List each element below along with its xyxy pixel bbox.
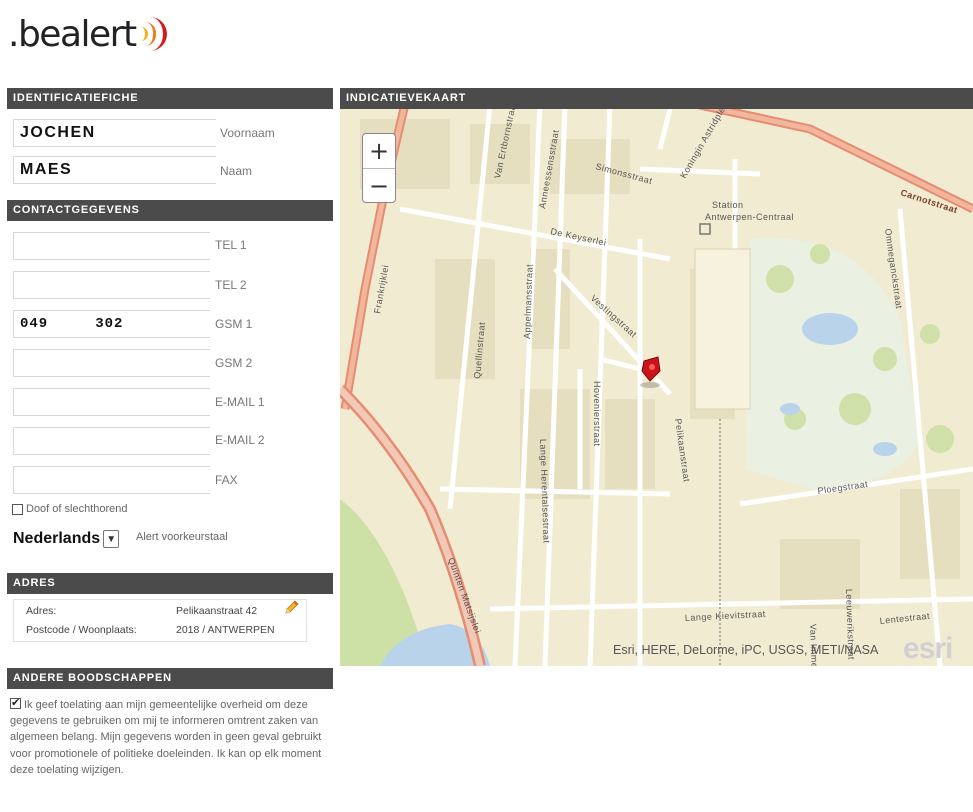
label-station: Station [712, 200, 744, 210]
last-name-label: Naam [220, 164, 253, 178]
tel2-label: TEL 2 [215, 278, 247, 292]
map-attribution: Esri, HERE, DeLorme, iPC, USGS, METI/NAS… [613, 643, 879, 657]
language-select[interactable]: Nederlands ▼ [13, 527, 120, 551]
gsm2-label: GSM 2 [215, 356, 253, 370]
email2-field[interactable] [13, 427, 210, 455]
zoom-out-button[interactable]: − [363, 168, 395, 203]
postcode-label: Postcode / Woonplaats: [26, 624, 137, 636]
map-header: INDICATIEVEKAART [340, 88, 973, 109]
hearing-label: Doof of slechthorend [26, 503, 128, 515]
other-messages-header: ANDERE BOODSCHAPPEN [7, 668, 333, 689]
first-name-field[interactable]: JOCHEN [13, 119, 216, 147]
map-canvas: Carnotstraat De Keyserlei Vestingstraat … [340, 109, 973, 666]
language-label: Alert voorkeurstaal [136, 531, 228, 543]
edit-pencil-icon[interactable] [283, 600, 299, 616]
fax-field[interactable] [13, 466, 210, 494]
consent-text-block: Ik geef toelating aan mijn gemeentelijke… [10, 695, 322, 778]
address-value: Pelikaanstraat 42 [176, 605, 258, 617]
first-name-label: Voornaam [220, 126, 275, 140]
gsm1-label: GSM 1 [215, 317, 253, 331]
address-box: Adres: Pelikaanstraat 42 Postcode / Woon… [13, 599, 307, 642]
email1-field[interactable] [13, 388, 210, 416]
bealert-logo: .bealert [8, 8, 173, 60]
consent-text: Ik geef toelating aan mijn gemeentelijke… [10, 699, 322, 776]
hearing-checkbox[interactable] [12, 504, 23, 515]
gsm2-field[interactable] [13, 349, 210, 377]
label-hovenierstraat: Hovenierstraat [592, 381, 602, 447]
map-zoom-control: + − [362, 133, 396, 203]
address-header: ADRES [7, 573, 333, 594]
gsm1-field[interactable]: 049 302 [13, 310, 210, 338]
consent-checkbox[interactable] [10, 695, 21, 711]
chevron-down-icon[interactable]: ▼ [103, 530, 120, 548]
tel2-field[interactable] [13, 271, 210, 299]
address-label: Adres: [26, 605, 57, 617]
email1-label: E-MAIL 1 [215, 395, 265, 409]
zoom-in-button[interactable]: + [363, 134, 395, 168]
language-value: Nederlands [13, 530, 101, 547]
last-name-field[interactable]: MAES [13, 156, 216, 184]
esri-logo: esri [903, 632, 953, 665]
tel1-field[interactable] [13, 232, 210, 260]
contact-header: CONTACTGEGEVENS [7, 200, 333, 221]
label-antwerpen-centraal: Antwerpen-Centraal [705, 212, 794, 222]
signal-waves-icon [139, 14, 173, 54]
tel1-label: TEL 1 [215, 238, 247, 252]
logo-text: .bealert [8, 13, 137, 55]
identification-header: IDENTIFICATIEFICHE [7, 88, 333, 109]
indicative-map[interactable]: Carnotstraat De Keyserlei Vestingstraat … [340, 109, 973, 666]
email2-label: E-MAIL 2 [215, 433, 265, 447]
postcode-value: 2018 / ANTWERPEN [176, 624, 275, 636]
fax-label: FAX [215, 473, 238, 487]
